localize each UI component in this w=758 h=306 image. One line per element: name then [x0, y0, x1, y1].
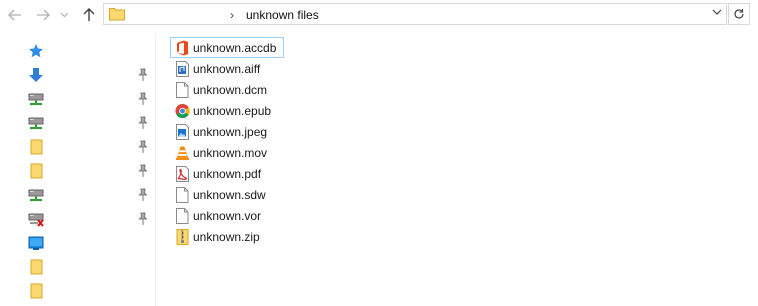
nav-item-downloads[interactable]	[0, 63, 156, 87]
nav-item-quick-access[interactable]	[0, 39, 156, 63]
image-file-icon	[176, 124, 189, 140]
up-button[interactable]	[80, 6, 98, 24]
up-arrow-icon	[83, 8, 95, 21]
file-name: unknown.aiff	[193, 62, 261, 76]
pin-icon[interactable]	[137, 188, 149, 202]
disconnected-drive-icon	[28, 213, 44, 227]
file-item[interactable]: unknown.pdf	[170, 163, 284, 184]
refresh-icon	[734, 9, 744, 19]
folder-icon	[30, 259, 43, 275]
quick-access-star-icon	[29, 44, 43, 58]
file-item[interactable]: unknown.accdb	[170, 37, 284, 58]
forward-arrow-icon	[37, 9, 50, 21]
pin-icon[interactable]	[137, 212, 149, 226]
file-name: unknown.pdf	[193, 167, 262, 181]
nav-item-folder[interactable]	[0, 255, 156, 279]
file-name: unknown.dcm	[193, 83, 268, 97]
nav-item-network-drive[interactable]	[0, 183, 156, 207]
file-item[interactable]: unknown.aiff	[170, 58, 284, 79]
pin-icon[interactable]	[137, 164, 149, 178]
pin-icon[interactable]	[137, 92, 149, 106]
nav-item-folder[interactable]	[0, 135, 156, 159]
file-name: unknown.mov	[193, 146, 268, 160]
audio-file-icon	[176, 61, 189, 77]
file-item[interactable]: unknown.vor	[170, 205, 284, 226]
address-bar[interactable]: › unknown files	[103, 3, 727, 25]
address-history-chevron-icon[interactable]	[712, 9, 722, 15]
file-item[interactable]: unknown.zip	[170, 226, 284, 247]
network-drive-icon	[28, 117, 44, 129]
file-name: unknown.vor	[193, 209, 262, 223]
file-name: unknown.accdb	[193, 41, 277, 55]
file-name: unknown.sdw	[193, 188, 266, 202]
folder-icon	[30, 163, 43, 179]
nav-item-folder[interactable]	[0, 159, 156, 183]
file-name: unknown.jpeg	[193, 125, 268, 139]
back-button[interactable]	[6, 6, 24, 24]
pin-icon[interactable]	[137, 116, 149, 130]
desktop-icon	[28, 236, 44, 250]
file-item[interactable]: unknown.sdw	[170, 184, 284, 205]
blank-file-icon	[176, 208, 189, 224]
nav-item-folder[interactable]	[0, 279, 156, 303]
zip-folder-icon	[176, 229, 189, 245]
file-item[interactable]: unknown.jpeg	[170, 121, 284, 142]
forward-button[interactable]	[34, 6, 52, 24]
file-item[interactable]: unknown.epub	[170, 100, 284, 121]
chevron-down-icon	[60, 12, 68, 18]
folder-icon	[30, 139, 43, 155]
folder-icon	[109, 8, 125, 21]
navigation-pane	[0, 34, 156, 306]
nav-item-network-drive[interactable]	[0, 111, 156, 135]
navigation-bar: › unknown files	[0, 0, 758, 30]
file-name: unknown.epub	[193, 104, 272, 118]
chrome-icon	[175, 103, 190, 119]
file-name: unknown.zip	[193, 230, 260, 244]
network-drive-icon	[28, 93, 44, 105]
nav-item-disconnected-drive[interactable]	[0, 207, 156, 231]
folder-icon	[30, 283, 43, 299]
refresh-button[interactable]	[728, 3, 750, 25]
pdf-file-icon	[176, 166, 189, 182]
breadcrumb-current-folder[interactable]: unknown files	[246, 8, 319, 22]
pin-icon[interactable]	[137, 140, 149, 154]
pin-icon[interactable]	[137, 68, 149, 82]
vlc-cone-icon	[175, 146, 190, 161]
office-icon	[177, 40, 188, 56]
file-item[interactable]: unknown.dcm	[170, 79, 284, 100]
downloads-arrow-icon	[29, 68, 43, 82]
blank-file-icon	[176, 82, 189, 98]
blank-file-icon	[176, 187, 189, 203]
back-arrow-icon	[8, 9, 21, 21]
network-drive-icon	[28, 189, 44, 201]
recent-locations-button[interactable]	[58, 6, 70, 24]
nav-item-desktop[interactable]	[0, 231, 156, 255]
nav-item-network-drive[interactable]	[0, 87, 156, 111]
file-item[interactable]: unknown.mov	[170, 142, 284, 163]
breadcrumb-separator-icon: ›	[230, 8, 234, 22]
